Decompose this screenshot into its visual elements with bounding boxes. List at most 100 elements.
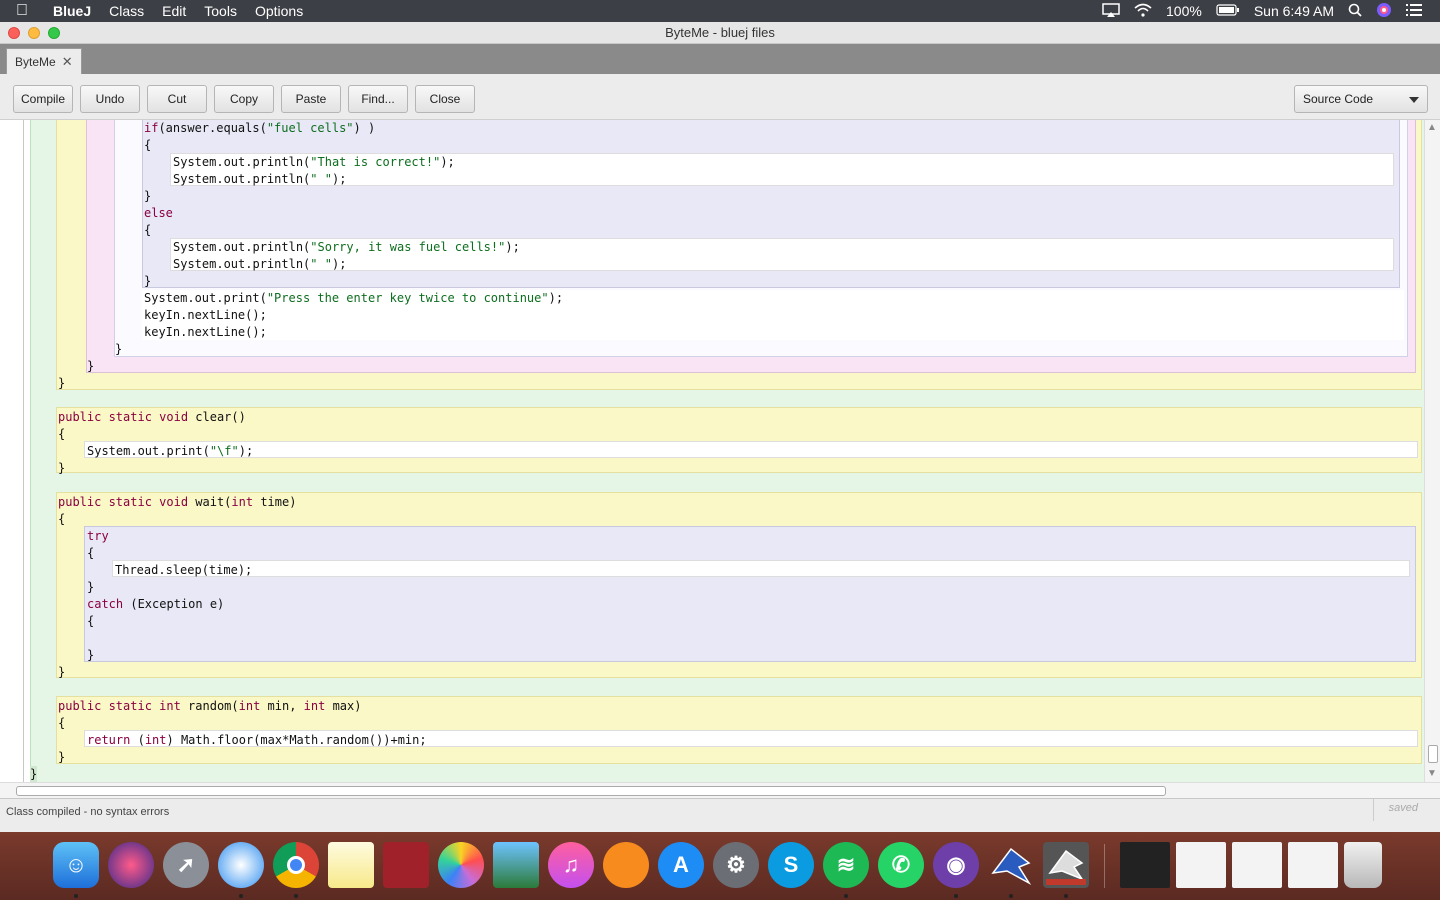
bluej-alt-icon[interactable]: [1043, 842, 1089, 888]
menu-class[interactable]: Class: [100, 0, 153, 22]
window-close-button[interactable]: [8, 27, 20, 39]
code-line: }: [58, 665, 66, 679]
bluej-icon[interactable]: [988, 842, 1034, 888]
window-minimize-button[interactable]: [28, 27, 40, 39]
code-editor[interactable]: if(answer.equals("fuel cells") ) { Syste…: [0, 120, 1440, 782]
battery-icon[interactable]: [1216, 3, 1240, 19]
siri-menubar-icon[interactable]: [1376, 2, 1392, 21]
code-line: }: [87, 359, 95, 373]
try-catch-scope: [84, 526, 1416, 662]
menu-edit[interactable]: Edit: [153, 0, 195, 22]
code-line: System.out.print("Press the enter key tw…: [144, 291, 564, 305]
minimized-window-thumbnail[interactable]: [1232, 842, 1282, 888]
compile-button[interactable]: Compile: [13, 85, 73, 113]
running-indicator: [239, 894, 243, 898]
safari-icon[interactable]: [218, 842, 264, 888]
window-zoom-button[interactable]: [48, 27, 60, 39]
spotify-icon[interactable]: ≋: [823, 842, 869, 888]
whatsapp-icon[interactable]: ✆: [878, 842, 924, 888]
running-indicator: [74, 894, 78, 898]
code-line: }: [87, 648, 95, 662]
running-indicator: [294, 894, 298, 898]
code-line: return (int) Math.floor(max*Math.random(…: [87, 733, 427, 747]
apple-icon[interactable]: : [0, 2, 44, 20]
code-line: {: [87, 546, 95, 560]
code-line: {: [58, 716, 66, 730]
photos-icon[interactable]: [438, 842, 484, 888]
minimized-window-thumbnail[interactable]: [1120, 842, 1170, 888]
notes-icon[interactable]: [328, 842, 374, 888]
clear-body-scope: [84, 441, 1418, 458]
code-line: public static void wait(int time): [58, 495, 297, 509]
spotlight-search-icon[interactable]: [1348, 3, 1362, 20]
editor-toolbar: Compile Undo Cut Copy Paste Find... Clos…: [0, 74, 1440, 120]
system-preferences-icon[interactable]: ⚙: [713, 842, 759, 888]
dock: ☺ ➚ ♫ A ⚙ S ≋ ✆ ◉: [0, 832, 1440, 900]
itunes-icon[interactable]: ♫: [548, 842, 594, 888]
code-line: if(answer.equals("fuel cells") ): [144, 121, 376, 135]
code-line: }: [58, 750, 66, 764]
code-line: {: [144, 223, 152, 237]
horizontal-scrollbar[interactable]: [0, 782, 1440, 798]
horizontal-scroll-thumb[interactable]: [16, 786, 1166, 796]
clock[interactable]: Sun 6:49 AM: [1254, 3, 1334, 19]
code-line: }: [144, 274, 152, 288]
code-line: public static int random(int min, int ma…: [58, 699, 362, 713]
menu-tools[interactable]: Tools: [195, 0, 246, 22]
code-line: try: [87, 529, 109, 543]
battery-percent: 100%: [1166, 3, 1202, 19]
tab-byteme[interactable]: ByteMe ✕: [6, 48, 82, 74]
cut-button[interactable]: Cut: [147, 85, 207, 113]
ibooks-icon[interactable]: [603, 842, 649, 888]
code-line: keyIn.nextLine();: [144, 308, 267, 322]
find-button[interactable]: Find...: [348, 85, 408, 113]
minimized-window-thumbnail[interactable]: [1176, 842, 1226, 888]
close-tab-icon[interactable]: ✕: [62, 49, 73, 74]
minimized-window-thumbnail[interactable]: [1288, 842, 1338, 888]
menu-options[interactable]: Options: [246, 0, 312, 22]
code-line: public static void clear(): [58, 410, 246, 424]
code-line: }: [58, 461, 66, 475]
status-message: Class compiled - no syntax errors: [6, 806, 170, 818]
copy-button[interactable]: Copy: [214, 85, 274, 113]
siri-icon[interactable]: [108, 842, 154, 888]
code-line: keyIn.nextLine();: [144, 325, 267, 339]
method-scope-clear: [56, 407, 1422, 473]
running-indicator: [844, 894, 848, 898]
code-line: {: [144, 138, 152, 152]
running-indicator: [1009, 894, 1013, 898]
app-store-icon[interactable]: A: [658, 842, 704, 888]
code-line: System.out.println("That is correct!");: [173, 155, 455, 169]
code-line: {: [58, 512, 66, 526]
saved-indicator: saved: [1388, 802, 1418, 814]
view-select[interactable]: Source Code: [1294, 85, 1428, 113]
github-icon[interactable]: ◉: [933, 842, 979, 888]
code-line: }: [87, 580, 95, 594]
status-bar: Class compiled - no syntax errors saved: [0, 798, 1440, 832]
chrome-icon[interactable]: [273, 842, 319, 888]
scroll-down-icon[interactable]: ▼: [1427, 768, 1437, 779]
wifi-icon[interactable]: [1134, 3, 1152, 20]
tab-label: ByteMe: [15, 55, 56, 69]
menu-bar:  BlueJ Class Edit Tools Options 100% Su…: [0, 0, 1440, 22]
chevron-down-icon: [1409, 97, 1419, 103]
undo-button[interactable]: Undo: [80, 85, 140, 113]
image-capture-icon[interactable]: [493, 842, 539, 888]
vertical-scrollbar[interactable]: ▲ ▼: [1424, 120, 1440, 782]
code-line: System.out.println("Sorry, it was fuel c…: [173, 240, 520, 254]
launchpad-icon[interactable]: ➚: [163, 842, 209, 888]
vertical-scroll-thumb[interactable]: [1428, 745, 1438, 763]
paste-button[interactable]: Paste: [281, 85, 341, 113]
trash-icon[interactable]: [1344, 842, 1382, 888]
scroll-up-icon[interactable]: ▲: [1427, 122, 1437, 133]
airplay-icon[interactable]: [1102, 2, 1120, 20]
notification-center-icon[interactable]: [1406, 3, 1422, 19]
menu-app-name[interactable]: BlueJ: [44, 0, 100, 22]
code-line-cursor: }: [30, 766, 38, 782]
window-titlebar: ByteMe - bluej files: [0, 22, 1440, 44]
photo-booth-icon[interactable]: [383, 842, 429, 888]
line-gutter[interactable]: [0, 120, 24, 782]
skype-icon[interactable]: S: [768, 842, 814, 888]
finder-icon[interactable]: ☺: [53, 842, 99, 888]
close-button[interactable]: Close: [415, 85, 475, 113]
